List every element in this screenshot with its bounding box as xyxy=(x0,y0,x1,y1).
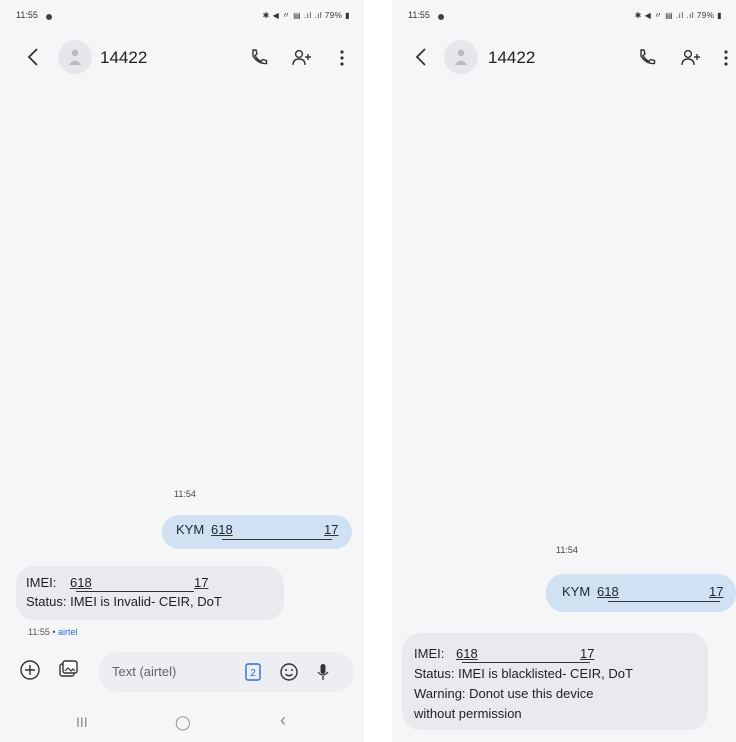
text-input-placeholder: Text (airtel) xyxy=(112,664,177,679)
message-timestamp: 11:54 xyxy=(556,545,578,555)
status-icons: ✱ ◀ 〃 ▤ .ıl .ıl 79% ▮ xyxy=(634,11,722,20)
conversation-header: 14422 xyxy=(0,40,364,80)
right-screenshot: 11:55 ✱ ◀ 〃 ▤ .ıl .ıl 79% ▮ 14422 11:54 … xyxy=(392,0,736,742)
contact-name: 14422 xyxy=(100,48,148,67)
back-arrow-icon[interactable] xyxy=(412,45,432,69)
home-button[interactable]: ◯ xyxy=(175,714,191,731)
redaction-line xyxy=(462,662,590,663)
add-contact-icon[interactable] xyxy=(679,46,703,70)
conversation-header: 14422 xyxy=(392,40,736,80)
avatar[interactable] xyxy=(444,40,478,74)
sent-prefix: KYM xyxy=(176,522,205,537)
redaction-line xyxy=(76,591,194,592)
recents-button[interactable]: III xyxy=(76,714,88,730)
add-contact-icon[interactable] xyxy=(290,46,314,70)
status-bar: 11:55 ✱ ◀ 〃 ▤ .ıl .ıl 79% ▮ xyxy=(408,10,722,24)
sim-selector-icon[interactable]: 2 xyxy=(242,661,264,683)
imei-label: IMEI: xyxy=(414,646,445,661)
sent-message-bubble[interactable]: KYM 618 17 xyxy=(546,574,736,612)
phone-icon[interactable] xyxy=(635,46,659,70)
sent-number-end: 17 xyxy=(709,584,724,599)
imei-number-start: 618 xyxy=(70,575,92,590)
redaction-line xyxy=(222,539,332,540)
received-message-bubble[interactable]: IMEI: 618 17 Status: IMEI is Invalid- CE… xyxy=(16,566,284,620)
phone-icon[interactable] xyxy=(247,46,271,70)
meta-time: 11:55 xyxy=(28,627,50,637)
imei-label: IMEI: xyxy=(26,575,57,590)
contact-name: 14422 xyxy=(488,48,536,67)
more-options-icon[interactable] xyxy=(714,46,736,70)
status-time: 11:55 xyxy=(408,10,430,20)
imei-number-end: 17 xyxy=(194,575,209,590)
meta-separator: • xyxy=(49,627,59,637)
received-message-bubble[interactable]: IMEI: 618 17 Status: IMEI is blacklisted… xyxy=(402,633,708,730)
sent-number-end: 17 xyxy=(324,522,339,537)
back-arrow-icon[interactable] xyxy=(24,45,44,69)
more-options-icon[interactable] xyxy=(330,46,354,70)
sent-message-bubble[interactable]: KYM 618 17 xyxy=(162,515,352,549)
status-line: Status: IMEI is Invalid- CEIR, DoT xyxy=(26,594,222,609)
notification-dot-icon xyxy=(438,14,444,20)
status-bar: 11:55 ✱ ◀ 〃 ▤ .ıl .ıl 79% ▮ xyxy=(16,10,350,24)
nav-back-button[interactable]: ‹ xyxy=(280,710,286,731)
notification-dot-icon xyxy=(46,14,52,20)
status-time: 11:55 xyxy=(16,10,38,20)
status-icons: ✱ ◀ 〃 ▤ .ıl .ıl 79% ▮ xyxy=(262,11,350,20)
add-icon[interactable] xyxy=(16,656,44,684)
message-timestamp: 11:54 xyxy=(174,489,196,499)
warning-line-2: without permission xyxy=(414,706,522,721)
imei-number-end: 17 xyxy=(580,646,595,661)
person-icon xyxy=(69,49,81,65)
svg-text:2: 2 xyxy=(250,668,256,679)
status-line: Status: IMEI is blacklisted- CEIR, DoT xyxy=(414,666,633,681)
microphone-icon[interactable] xyxy=(312,661,334,683)
meta-carrier: airtel xyxy=(58,627,78,637)
sent-number-start: 618 xyxy=(597,584,619,599)
avatar[interactable] xyxy=(58,40,92,74)
person-icon xyxy=(455,49,467,65)
left-screenshot: 11:55 ✱ ◀ 〃 ▤ .ıl .ıl 79% ▮ 14422 11:54 … xyxy=(0,0,364,742)
imei-number-start: 618 xyxy=(456,646,478,661)
emoji-icon[interactable] xyxy=(278,661,300,683)
sent-prefix: KYM xyxy=(562,584,591,599)
gallery-icon[interactable] xyxy=(54,656,82,684)
message-composer: Text (airtel) 2 xyxy=(16,652,354,692)
message-meta: 11:55 • airtel xyxy=(28,627,78,637)
navigation-bar: III ◯ ‹ xyxy=(0,710,364,736)
sent-number-start: 618 xyxy=(211,522,233,537)
text-input[interactable]: Text (airtel) 2 xyxy=(98,652,354,692)
warning-line-1: Warning: Donot use this device xyxy=(414,686,594,701)
redaction-line xyxy=(608,601,720,602)
